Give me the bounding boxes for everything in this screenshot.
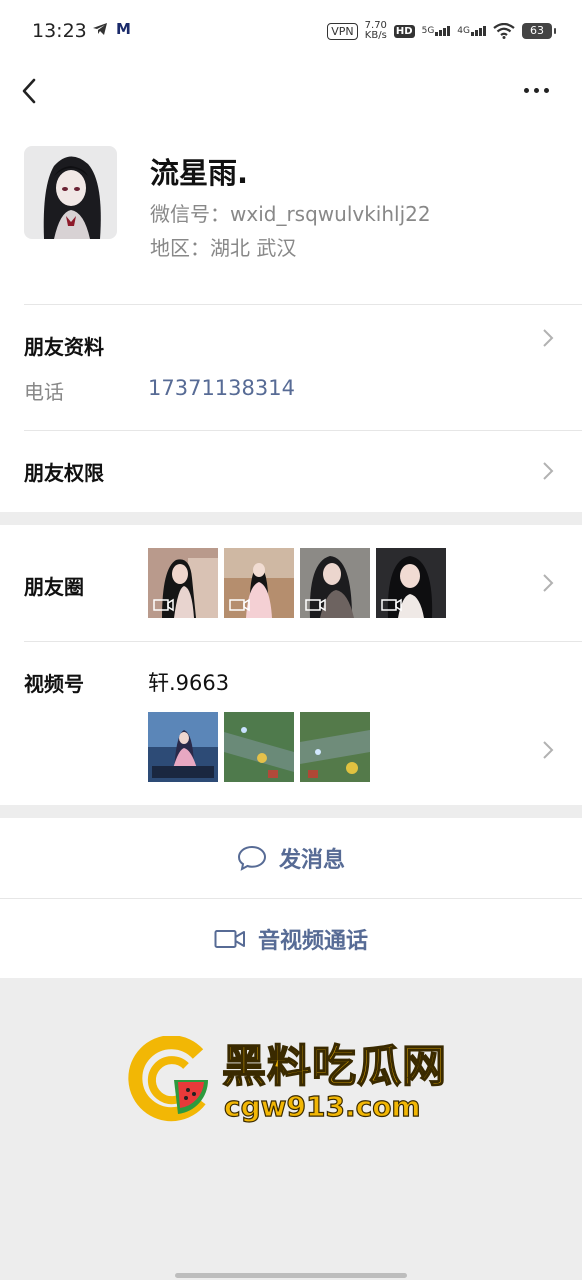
home-indicator[interactable] bbox=[175, 1273, 407, 1278]
video-call-button[interactable]: 音视频通话 bbox=[0, 899, 582, 979]
chevron-right-icon[interactable] bbox=[542, 740, 554, 760]
hd-icon: HD bbox=[393, 24, 415, 38]
channel-name: 轩.9663 bbox=[148, 671, 230, 695]
video-camera-icon bbox=[214, 930, 245, 948]
video-call-label: 音视频通话 bbox=[257, 929, 368, 954]
channel-thumb[interactable] bbox=[148, 712, 218, 782]
signal-5g-icon: 5G bbox=[422, 26, 451, 36]
mail-m-icon: M bbox=[116, 20, 131, 38]
moments-thumbnails[interactable] bbox=[148, 548, 446, 618]
divider bbox=[24, 430, 582, 431]
chevron-left-icon[interactable] bbox=[18, 74, 44, 108]
watermark-title: 黑料吃瓜网 bbox=[221, 1040, 447, 1093]
watermark-logo bbox=[128, 1036, 209, 1122]
sim2-label: 4G bbox=[457, 26, 470, 36]
network-speed: 7.70 KB/s bbox=[365, 21, 387, 41]
sim1-label: 5G bbox=[421, 26, 435, 36]
send-message-label: 发消息 bbox=[278, 848, 345, 873]
vpn-badge: VPN bbox=[327, 22, 358, 40]
moments-title[interactable]: 朋友圈 bbox=[24, 571, 84, 600]
phone-number-link[interactable]: 17371138314 bbox=[148, 376, 295, 400]
channel-thumb[interactable] bbox=[224, 712, 294, 782]
signal-4g-icon: 4G bbox=[457, 26, 486, 36]
moment-thumb[interactable] bbox=[224, 548, 294, 618]
region: 地区：湖北 武汉 bbox=[150, 236, 297, 260]
wechat-id: 微信号：wxid_rsqwulvkihlj22 bbox=[150, 202, 431, 226]
battery-icon: 63 bbox=[522, 23, 556, 39]
moment-thumb[interactable] bbox=[300, 548, 370, 618]
moment-thumb[interactable] bbox=[148, 548, 218, 618]
speed-unit: KB/s bbox=[364, 30, 387, 41]
nickname: 流星雨. bbox=[150, 156, 249, 190]
status-time: 13:23 bbox=[32, 20, 87, 42]
channel-thumbnails[interactable] bbox=[148, 712, 370, 782]
chevron-right-icon[interactable] bbox=[542, 461, 554, 481]
more-dots-icon[interactable] bbox=[524, 80, 558, 100]
permissions-title[interactable]: 朋友权限 bbox=[24, 457, 104, 486]
watermark: 黑料吃瓜网 cgw913.com bbox=[128, 1030, 458, 1126]
channel-thumb[interactable] bbox=[300, 712, 370, 782]
profile-header: 流星雨. 微信号：wxid_rsqwulvkihlj22 地区：湖北 武汉 bbox=[0, 122, 582, 304]
channels-title[interactable]: 视频号 bbox=[24, 668, 84, 697]
telegram-icon bbox=[93, 23, 107, 35]
nav-bar bbox=[0, 62, 582, 122]
avatar[interactable] bbox=[24, 146, 117, 239]
divider bbox=[24, 641, 582, 642]
phone-label: 电话 bbox=[24, 380, 64, 404]
moment-thumb[interactable] bbox=[376, 548, 446, 618]
divider bbox=[24, 304, 582, 305]
status-indicators: VPN 7.70 KB/s HD 5G 4G 63 bbox=[327, 19, 556, 43]
watermark-url: cgw913.com bbox=[223, 1089, 421, 1123]
chevron-right-icon[interactable] bbox=[542, 573, 554, 593]
chat-bubble-icon bbox=[237, 845, 266, 871]
send-message-button[interactable]: 发消息 bbox=[0, 818, 582, 898]
wifi-icon bbox=[493, 23, 515, 39]
status-bar: 13:23 M VPN 7.70 KB/s HD 5G 4G 63 bbox=[0, 0, 582, 62]
chevron-right-icon[interactable] bbox=[542, 328, 554, 348]
friend-info-title[interactable]: 朋友资料 bbox=[24, 331, 104, 360]
